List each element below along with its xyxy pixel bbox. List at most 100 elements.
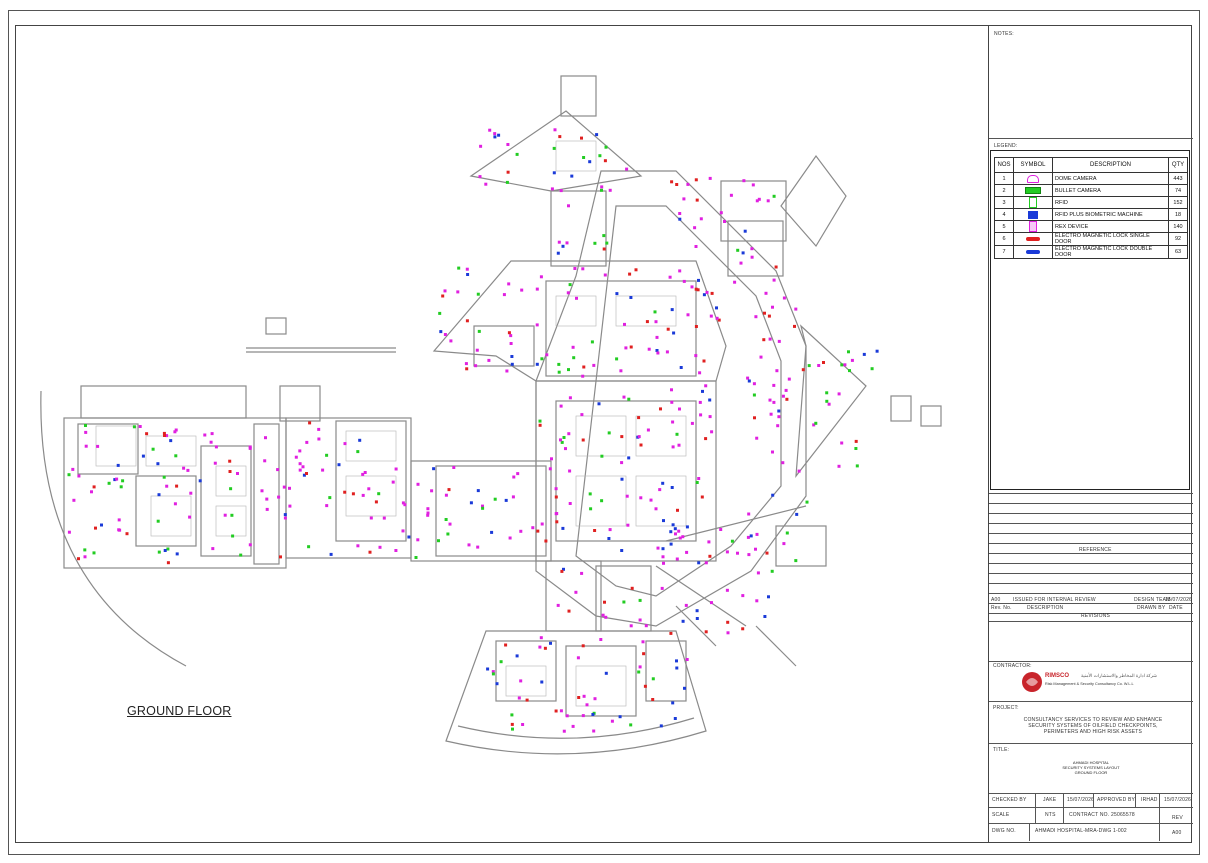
device-marker: [343, 490, 347, 494]
legend-description: REX DEVICE: [1052, 220, 1169, 233]
approved-by-label: APPROVED BY: [1097, 797, 1136, 803]
device-marker: [848, 369, 851, 373]
device-marker: [777, 415, 781, 419]
contractor-name: RIMSCO: [1045, 673, 1069, 679]
device-marker: [670, 180, 674, 184]
legend-box: NOS SYMBOL DESCRIPTION QTY 1 DOME CAMERA 4…: [990, 150, 1190, 490]
legend-no: 3: [994, 196, 1014, 209]
device-marker: [730, 539, 734, 543]
device-marker: [685, 550, 689, 554]
device-marker: [343, 442, 347, 446]
device-marker: [198, 479, 202, 483]
device-marker: [511, 495, 515, 499]
device-marker: [519, 529, 523, 533]
device-marker: [467, 543, 471, 547]
legend-qty: 18: [1168, 208, 1188, 221]
device-marker: [67, 530, 71, 534]
legend-header-description: DESCRIPTION: [1052, 157, 1169, 173]
device-marker: [175, 552, 179, 556]
device-marker: [166, 561, 170, 565]
device-marker: [604, 615, 608, 619]
device-marker: [562, 436, 566, 439]
device-marker: [670, 486, 674, 489]
device-marker: [356, 544, 360, 548]
device-marker: [564, 447, 567, 451]
device-marker: [519, 679, 523, 683]
legend-symbol: [1013, 245, 1053, 259]
col-rev: Rev. No.: [991, 605, 1012, 611]
device-marker: [535, 362, 539, 366]
device-marker: [597, 402, 601, 406]
device-marker: [84, 430, 88, 434]
device-marker: [695, 198, 699, 202]
device-marker: [589, 507, 593, 511]
device-marker: [675, 557, 679, 561]
rfid-icon: [1029, 197, 1037, 208]
legend-no: 5: [994, 220, 1014, 233]
device-marker: [552, 146, 556, 150]
device-marker: [568, 396, 572, 400]
device-marker: [478, 175, 482, 179]
device-marker: [562, 729, 566, 733]
device-marker: [416, 482, 420, 486]
device-marker: [629, 345, 633, 349]
dome-camera-icon: [1027, 174, 1039, 183]
device-marker: [670, 400, 674, 404]
device-marker: [538, 423, 542, 427]
device-marker: [363, 471, 367, 474]
device-marker: [766, 199, 770, 203]
device-marker: [580, 413, 584, 417]
device-marker: [825, 399, 829, 403]
device-marker: [570, 174, 574, 178]
device-marker: [469, 501, 473, 505]
device-marker: [771, 305, 774, 309]
device-marker: [67, 473, 71, 477]
device-marker: [484, 182, 488, 186]
legend-description: RFID: [1052, 196, 1169, 209]
device-marker: [581, 714, 585, 718]
device-marker: [592, 729, 596, 733]
device-marker: [620, 435, 624, 439]
device-marker: [765, 551, 769, 555]
project-label: PROJECT:: [993, 705, 1019, 711]
device-marker: [499, 660, 503, 664]
double-lock-icon: [1026, 249, 1040, 254]
revision-date: 15/07/2026: [1165, 597, 1193, 603]
device-marker: [107, 481, 111, 485]
device-marker: [548, 467, 552, 471]
device-marker: [682, 279, 686, 283]
device-marker: [288, 504, 292, 508]
device-marker: [638, 618, 642, 622]
device-marker: [672, 331, 676, 335]
device-marker: [685, 525, 689, 529]
device-marker: [695, 617, 699, 620]
device-marker: [750, 247, 754, 251]
device-marker: [539, 275, 543, 279]
device-marker: [726, 620, 730, 624]
device-marker: [843, 363, 847, 367]
legend-no: 6: [994, 232, 1014, 246]
device-marker: [481, 506, 485, 510]
device-marker: [525, 698, 529, 702]
device-marker: [165, 484, 169, 488]
device-marker: [491, 672, 495, 676]
device-marker: [559, 438, 562, 442]
device-marker: [641, 640, 645, 644]
device-marker: [615, 292, 619, 296]
device-marker: [457, 266, 461, 270]
device-marker: [588, 492, 592, 496]
device-marker: [577, 696, 581, 699]
device-marker: [659, 407, 662, 411]
device-marker: [625, 167, 629, 171]
device-marker: [639, 443, 643, 447]
device-marker: [794, 559, 798, 563]
device-marker: [298, 462, 302, 466]
device-marker: [401, 529, 405, 533]
device-marker: [679, 366, 683, 369]
legend-no: 2: [994, 184, 1014, 197]
device-marker: [585, 703, 589, 707]
approved-by: IRHAD: [1141, 797, 1158, 803]
device-marker: [477, 329, 481, 333]
device-marker: [510, 713, 514, 717]
device-marker: [701, 389, 704, 393]
